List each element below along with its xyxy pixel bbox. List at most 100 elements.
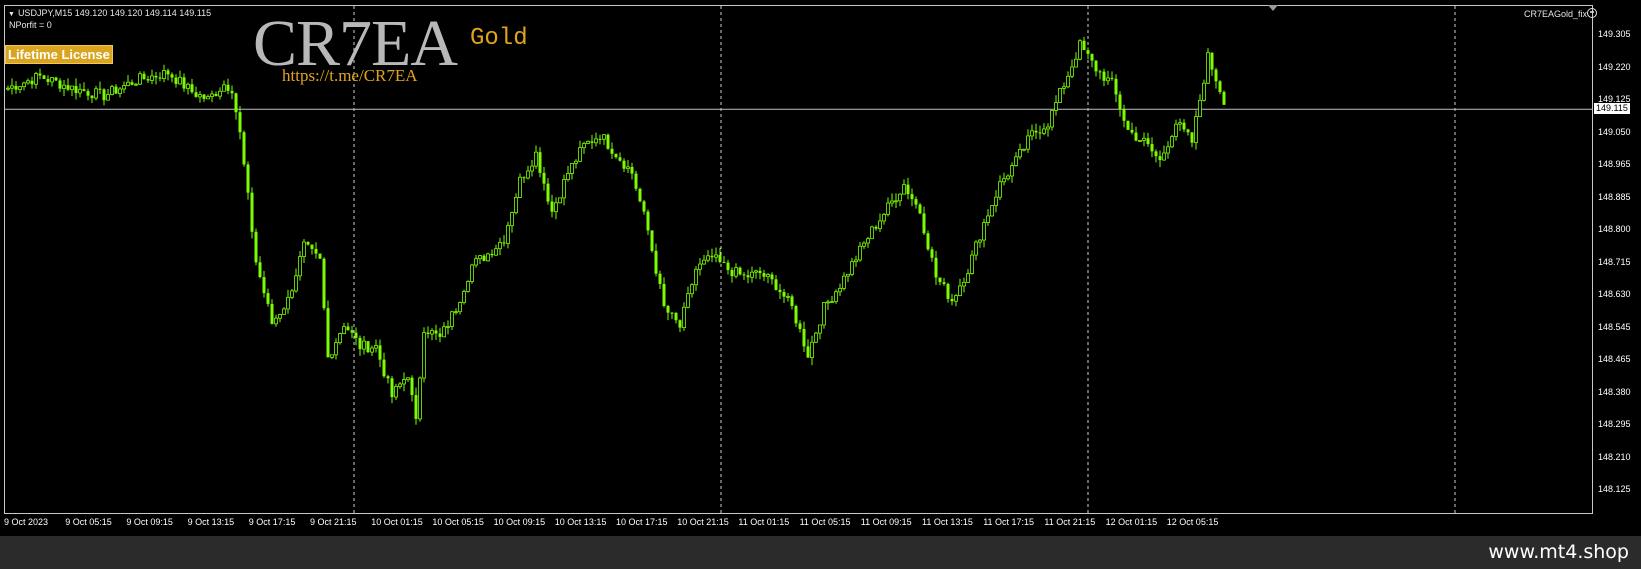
telegram-link[interactable]: https://t.me/CR7EA — [282, 66, 418, 86]
candle — [1134, 126, 1138, 142]
candle — [994, 190, 998, 213]
candle — [474, 254, 478, 268]
time-axis-label: 11 Oct 01:15 — [738, 517, 790, 527]
candle — [950, 293, 954, 306]
candle — [126, 74, 130, 87]
candle — [374, 339, 378, 353]
candle — [558, 197, 562, 204]
candle — [1158, 150, 1162, 168]
plot-area[interactable] — [4, 5, 1593, 514]
candle — [110, 84, 114, 96]
time-axis-label: 10 Oct 17:15 — [616, 517, 668, 527]
candle — [338, 332, 342, 345]
candle — [1078, 39, 1082, 61]
candle — [226, 78, 230, 95]
candle — [842, 272, 846, 291]
candle — [686, 286, 690, 309]
candle — [970, 250, 974, 275]
candle — [270, 299, 274, 325]
candle — [370, 345, 374, 357]
candle — [1118, 91, 1122, 117]
price-axis-label: 148.885 — [1598, 191, 1631, 202]
candle — [942, 277, 946, 286]
candle — [910, 188, 914, 207]
candle — [990, 205, 994, 217]
candle — [74, 78, 78, 100]
candle — [10, 78, 14, 95]
price-axis-label: 148.295 — [1598, 419, 1631, 429]
candle — [622, 158, 626, 173]
candle — [774, 275, 778, 291]
candle — [1154, 149, 1158, 163]
candle — [1098, 69, 1102, 80]
candle — [1018, 143, 1022, 160]
candle — [246, 161, 250, 200]
candle — [442, 322, 446, 338]
candle — [618, 152, 622, 162]
chart-window[interactable]: ▼ USDJPY,M15 149.120 149.120 149.114 149.… — [0, 0, 1641, 536]
candle — [838, 283, 842, 296]
candle — [422, 327, 426, 383]
candle — [662, 277, 666, 308]
candle — [1190, 132, 1194, 148]
candle — [1178, 118, 1182, 132]
time-axis-label: 12 Oct 01:15 — [1105, 517, 1158, 527]
candle — [894, 193, 898, 209]
candle — [594, 132, 598, 147]
candle — [402, 372, 406, 392]
candle — [658, 270, 662, 290]
candle — [394, 383, 398, 401]
candle — [1138, 140, 1142, 142]
symbol-info-text: USDJPY,M15 149.120 149.120 149.114 149.1… — [17, 8, 212, 18]
candle — [682, 302, 686, 331]
candle — [1126, 120, 1130, 131]
candle — [354, 327, 358, 346]
time-axis-label: 11 Oct 05:15 — [799, 517, 851, 527]
candlestick-chart[interactable] — [5, 6, 1592, 513]
candle — [414, 387, 418, 425]
candle — [1170, 134, 1174, 148]
price-axis-label: 148.630 — [1598, 289, 1631, 299]
candle — [1146, 132, 1150, 147]
candle — [1010, 162, 1014, 183]
candle — [430, 328, 434, 341]
chart-shift-marker-icon[interactable] — [1268, 5, 1278, 11]
chart-menu-arrow-icon[interactable]: ▼ — [8, 11, 15, 18]
candle — [278, 313, 282, 323]
candle — [1166, 141, 1170, 159]
candle — [222, 80, 226, 92]
time-axis-label: 9 Oct 09:15 — [126, 517, 173, 527]
candle — [46, 75, 50, 86]
price-axis-label: 148.545 — [1598, 321, 1631, 332]
candle — [946, 282, 950, 303]
ea-smiley-icon[interactable] — [1587, 8, 1597, 18]
candle — [866, 236, 870, 248]
candle — [1002, 172, 1006, 186]
candle — [702, 254, 706, 265]
price-axis-label: 149.305 — [1598, 29, 1631, 39]
candle — [1174, 119, 1178, 141]
candle — [434, 324, 438, 340]
candle — [798, 320, 802, 333]
candle — [118, 87, 122, 98]
time-axis-label: 12 Oct 05:15 — [1166, 517, 1219, 527]
candle — [982, 218, 986, 248]
candle — [706, 250, 710, 263]
candle — [486, 252, 490, 262]
candle — [66, 78, 70, 91]
candle — [806, 339, 810, 358]
candle — [1182, 119, 1186, 133]
candle — [262, 270, 266, 298]
candle — [18, 86, 22, 94]
candle — [1114, 74, 1118, 103]
candle — [966, 268, 970, 283]
price-axis-label: 148.125 — [1598, 484, 1631, 494]
candle — [438, 327, 442, 343]
candle — [642, 199, 646, 215]
candle — [650, 230, 654, 253]
candle — [58, 78, 62, 92]
candle — [530, 160, 534, 177]
candle — [206, 94, 210, 100]
lifetime-license-badge[interactable]: Lifetime License — [5, 45, 113, 64]
candle — [162, 64, 166, 83]
